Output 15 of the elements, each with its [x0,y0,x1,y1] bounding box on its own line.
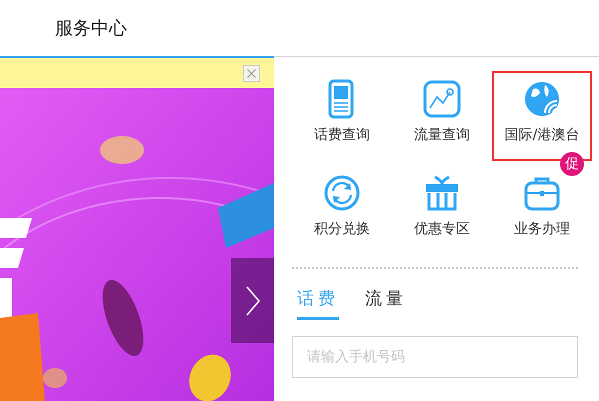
chevron-right-icon [244,284,260,316]
gift-icon [423,173,461,213]
phone-number-field[interactable]: 请输入手机号码 [292,336,578,378]
service-item[interactable]: 积分兑换 [292,165,392,255]
next-slide-button[interactable] [231,258,274,343]
service-item[interactable]: 优惠专区 [392,165,492,255]
service-item[interactable]: 流量查询 [392,71,492,161]
page-title: 服务中心 [55,16,127,40]
promo-badge: 促 [560,152,584,176]
tab[interactable]: 流量 [365,287,407,320]
globe-signal-icon [523,79,561,119]
service-item[interactable]: 话费查询 [292,71,392,161]
close-icon[interactable] [243,64,260,82]
line-chart-icon [423,79,461,119]
refresh-icon [323,173,361,213]
